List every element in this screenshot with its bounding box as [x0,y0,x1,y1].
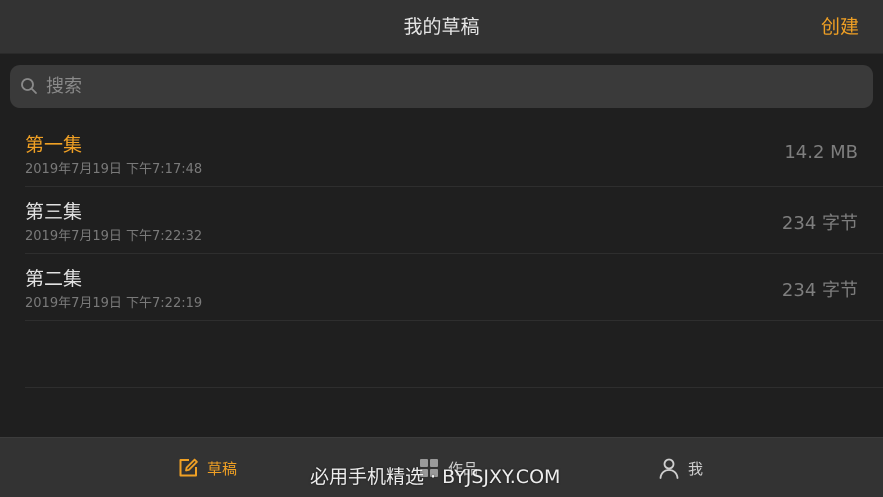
draft-row-1[interactable]: 第一集 2019年7月19日 下午7:17:48 14.2 MB [25,120,883,187]
search-input[interactable] [46,65,856,108]
tab-me[interactable]: 我 [658,438,703,497]
tab-label: 草稿 [207,459,238,478]
page-title: 我的草稿 [403,16,480,38]
draft-title: 第二集 [25,268,83,290]
empty-row [25,321,883,388]
draft-title: 第三集 [25,201,83,223]
search-icon [21,78,37,94]
tab-label: 作品 [448,459,479,478]
draft-date: 2019年7月19日 下午7:22:32 [25,229,203,244]
search-bar[interactable] [10,65,873,108]
tab-label: 我 [688,459,704,478]
draft-size: 234 字节 [781,280,858,301]
draft-size: 14.2 MB [784,142,858,163]
draft-date: 2019年7月19日 下午7:17:48 [25,162,203,177]
draft-row-2[interactable]: 第三集 2019年7月19日 下午7:22:32 234 字节 [25,187,883,254]
tab-drafts[interactable]: 草稿 [177,438,237,497]
grid-icon [420,459,438,477]
navigation-bar: 我的草稿 创建 [0,0,883,54]
create-button[interactable]: 创建 [821,0,859,54]
person-icon [659,458,679,479]
tab-bar: 草稿 作品 我 [0,437,883,497]
draft-size: 234 字节 [781,213,858,234]
draft-row-3[interactable]: 第二集 2019年7月19日 下午7:22:19 234 字节 [25,254,883,321]
draft-date: 2019年7月19日 下午7:22:19 [25,296,203,311]
tab-works[interactable]: 作品 [418,438,478,497]
edit-icon [179,458,198,477]
draft-list: 第一集 2019年7月19日 下午7:17:48 14.2 MB 第三集 201… [0,120,883,388]
draft-title: 第一集 [25,134,83,156]
